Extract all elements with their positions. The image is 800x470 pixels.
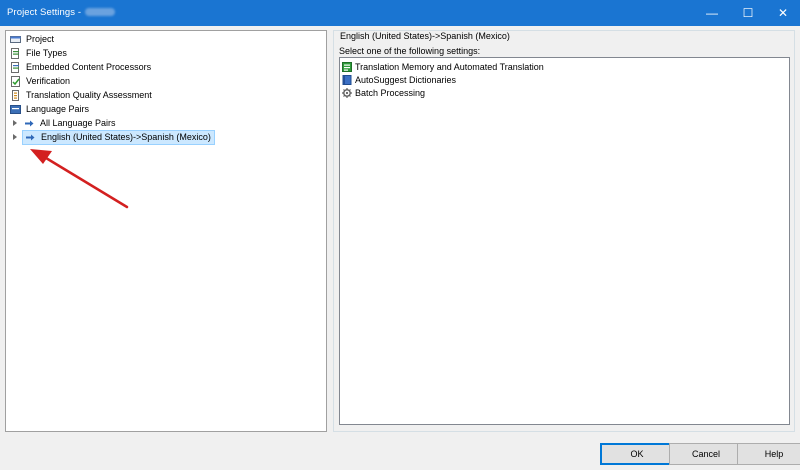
setting-item-autosuggest-dictionaries[interactable]: AutoSuggest Dictionaries bbox=[342, 73, 456, 86]
window-title: Project Settings - bbox=[7, 7, 116, 18]
redacted-project-name bbox=[85, 8, 116, 17]
window-title-text: Project Settings - bbox=[7, 7, 82, 18]
expand-arrow-icon[interactable] bbox=[13, 120, 17, 126]
tree-item-language-pairs[interactable]: Language Pairs bbox=[10, 103, 89, 116]
help-button[interactable]: Help bbox=[737, 443, 800, 465]
file-types-icon bbox=[11, 48, 19, 59]
title-bar: Project Settings - — ☐ ✕ bbox=[0, 0, 800, 26]
project-icon bbox=[10, 36, 21, 43]
close-icon: ✕ bbox=[777, 6, 789, 20]
setting-item-batch-processing[interactable]: Batch Processing bbox=[342, 86, 425, 99]
settings-list[interactable]: Translation Memory and Automated Transla… bbox=[339, 57, 790, 425]
tree-item-label: Verification bbox=[26, 76, 71, 86]
arrow-right-icon bbox=[26, 134, 35, 141]
select-settings-label: Select one of the following settings: bbox=[339, 46, 481, 56]
gear-icon bbox=[342, 87, 352, 98]
minimize-button[interactable]: — bbox=[693, 0, 731, 26]
maximize-icon: ☐ bbox=[742, 6, 754, 20]
settings-tree[interactable]: Project File Types Embedded Content Proc… bbox=[5, 30, 327, 432]
arrow-right-icon bbox=[25, 120, 34, 127]
embedded-content-icon bbox=[11, 62, 19, 73]
quality-assessment-icon bbox=[12, 90, 19, 101]
setting-item-label: Batch Processing bbox=[355, 87, 426, 98]
tree-item-label: Language Pairs bbox=[26, 104, 90, 114]
tree-item-verification[interactable]: Verification bbox=[10, 75, 70, 88]
tree-item-label: File Types bbox=[26, 48, 67, 58]
setting-item-label: AutoSuggest Dictionaries bbox=[355, 74, 457, 85]
tree-item-embedded-content-processors[interactable]: Embedded Content Processors bbox=[10, 61, 151, 74]
translation-memory-icon bbox=[342, 61, 352, 72]
tree-item-label: All Language Pairs bbox=[40, 118, 116, 128]
book-icon bbox=[342, 74, 352, 85]
tree-item-all-language-pairs[interactable]: All Language Pairs bbox=[24, 117, 116, 130]
tree-item-project[interactable]: Project bbox=[10, 33, 54, 46]
tree-item-english-spanish-mexico[interactable]: English (United States)->Spanish (Mexico… bbox=[22, 130, 215, 145]
tree-item-label: English (United States)->Spanish (Mexico… bbox=[41, 132, 211, 142]
setting-item-translation-memory[interactable]: Translation Memory and Automated Transla… bbox=[342, 60, 544, 73]
tree-item-file-types[interactable]: File Types bbox=[10, 47, 67, 60]
tree-item-label: Translation Quality Assessment bbox=[26, 90, 152, 100]
tree-item-translation-quality-assessment[interactable]: Translation Quality Assessment bbox=[10, 89, 152, 102]
expand-arrow-icon[interactable] bbox=[13, 134, 17, 140]
tree-item-label: Embedded Content Processors bbox=[26, 62, 152, 72]
close-button[interactable]: ✕ bbox=[764, 0, 800, 26]
group-box-title: English (United States)->Spanish (Mexico… bbox=[337, 31, 513, 41]
setting-item-label: Translation Memory and Automated Transla… bbox=[355, 61, 544, 72]
cancel-button[interactable]: Cancel bbox=[669, 443, 743, 465]
maximize-button[interactable]: ☐ bbox=[729, 0, 767, 26]
minimize-icon: — bbox=[706, 6, 718, 20]
ok-button[interactable]: OK bbox=[600, 443, 674, 465]
language-pairs-icon bbox=[10, 105, 21, 114]
tree-item-label: Project bbox=[26, 34, 55, 44]
verification-icon bbox=[11, 76, 20, 87]
